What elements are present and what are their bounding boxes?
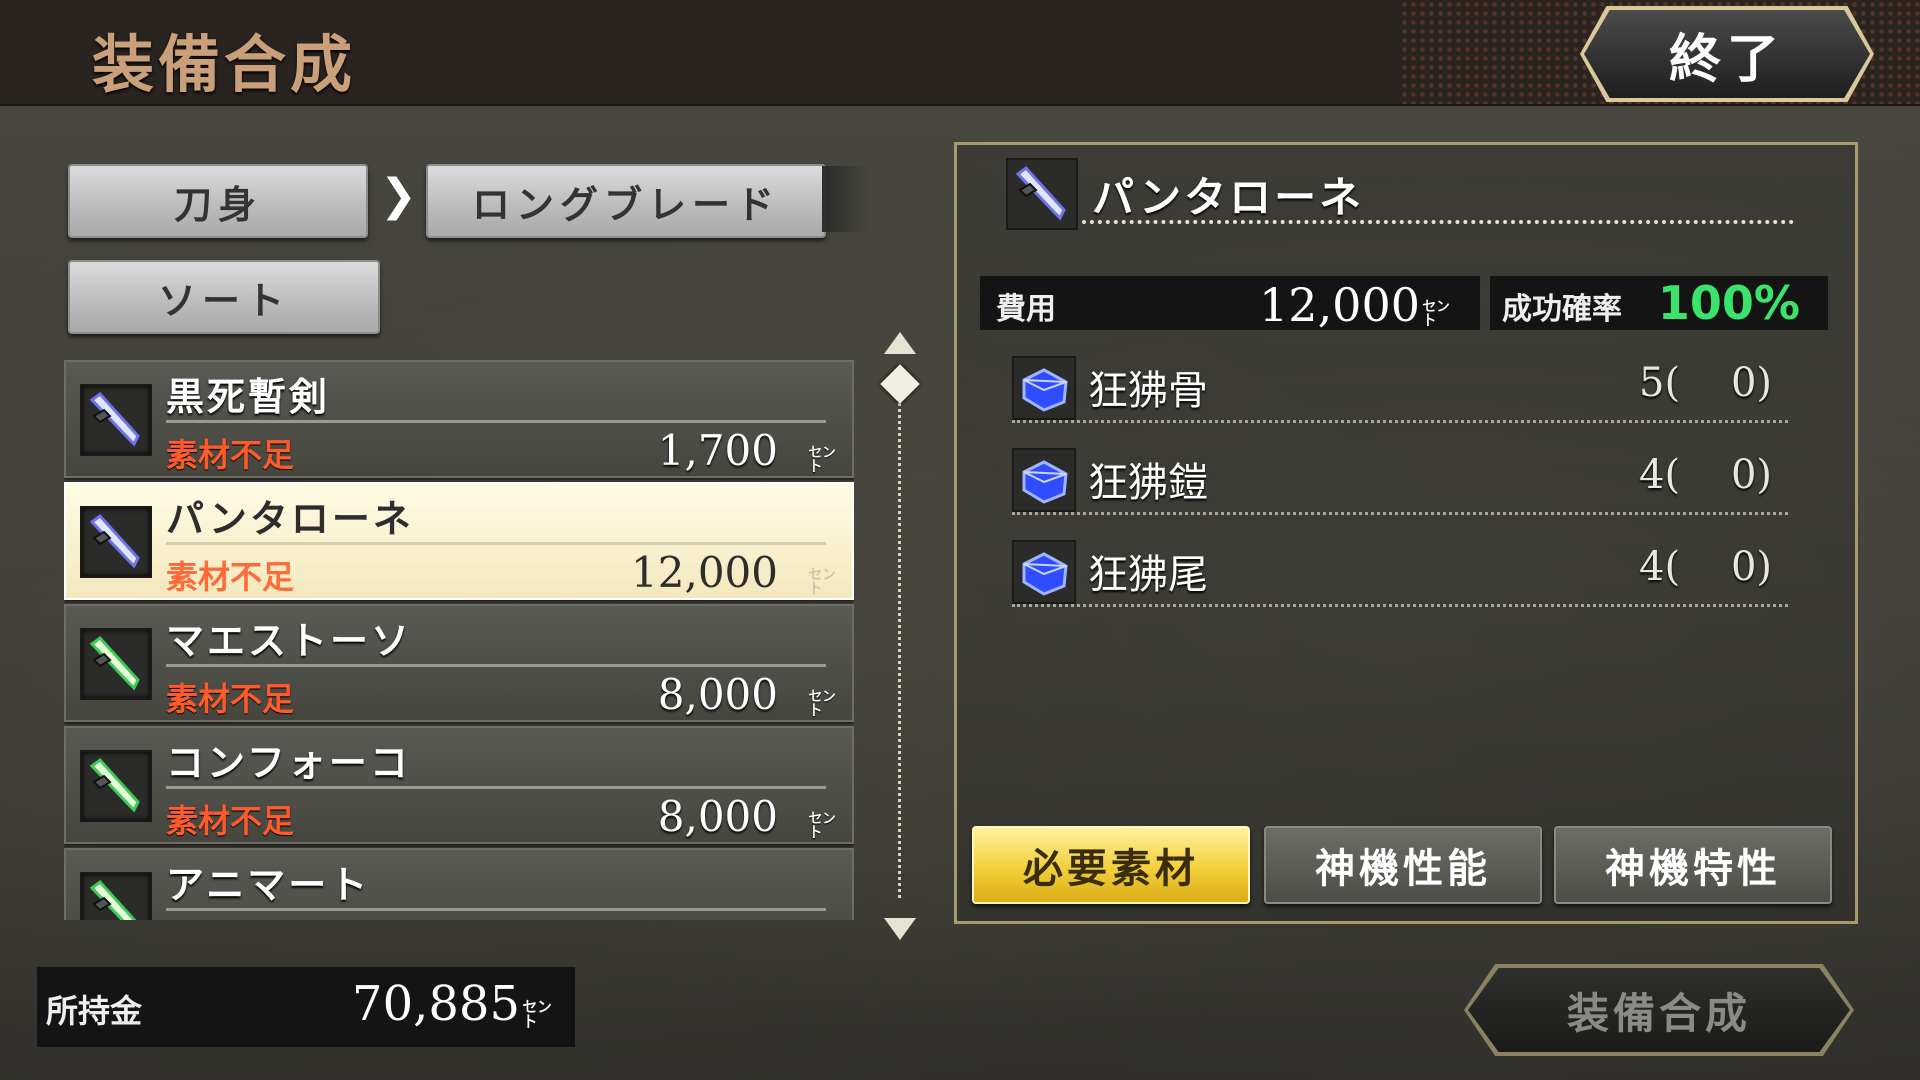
chevron-right-icon: ❯ [380,170,417,221]
scroll-up-arrow[interactable] [884,332,916,354]
material-row: 狂狒尾 4( 0) [1012,536,1788,608]
list-item-selected[interactable]: パンタローネ 素材不足 12,000 ㌣ [64,482,854,600]
end-button-label: 終了 [1668,29,1785,90]
material-divider [1012,512,1788,515]
item-name: 黒死暫剣 [166,375,331,419]
tab-required-materials[interactable]: 必要素材 [972,826,1250,904]
money-unit: ㌣ [522,998,552,1033]
blade-green-icon [80,872,152,920]
subcategory-button[interactable]: ロングブレード [426,164,826,238]
item-price: 8,000 [657,792,778,841]
item-status: 素材不足 [166,436,295,474]
scroll-track[interactable] [898,368,901,898]
item-status: 素材不足 [166,558,295,596]
item-name: パンタローネ [166,497,414,541]
item-price-unit: ㌣ [807,443,836,476]
money-value: 70,885 [352,976,520,1032]
item-divider [166,664,826,667]
success-rate-label: 成功確率 [1502,292,1622,327]
list-item[interactable]: マエストーソ 素材不足 8,000 ㌣ [64,604,854,722]
scroll-thumb[interactable] [880,364,920,404]
end-button[interactable]: 終了 [1584,10,1870,98]
blade-green-icon [80,628,152,700]
list-item[interactable]: アニマート [64,848,854,920]
tab-weapon-traits[interactable]: 神機特性 [1554,826,1832,904]
subcategory-shadow [822,166,868,232]
item-price-unit: ㌣ [807,687,836,720]
material-count: 5( 0) [1639,360,1772,406]
list-item[interactable]: 黒死暫剣 素材不足 1,700 ㌣ [64,360,854,478]
list-item[interactable]: コンフォーコ 素材不足 8,000 ㌣ [64,726,854,844]
scroll-down-arrow[interactable] [884,918,916,940]
material-name: 狂狒鎧 [1088,460,1208,506]
success-rate-value: 100% [1657,276,1800,330]
material-count: 4( 0) [1639,452,1772,498]
cost-value: 12,000 [1259,278,1420,332]
material-row: 狂狒鎧 4( 0) [1012,444,1788,516]
sort-button[interactable]: ソート [68,260,380,334]
blade-blue-icon [80,506,152,578]
item-price: 12,000 [631,548,778,597]
material-count: 4( 0) [1639,544,1772,590]
item-divider [166,786,826,789]
material-row: 狂狒骨 5( 0) [1012,352,1788,424]
item-price: 1,700 [657,426,778,475]
item-status: 素材不足 [166,802,295,840]
money-label: 所持金 [46,992,143,1030]
material-divider [1012,420,1788,423]
blade-blue-icon [1006,158,1078,230]
material-divider [1012,604,1788,607]
cost-unit: ㌣ [1422,297,1451,330]
item-status: 素材不足 [166,680,295,718]
cost-label: 費用 [996,292,1056,327]
material-crystal-icon [1012,448,1076,512]
tab-weapon-performance[interactable]: 神機性能 [1264,826,1542,904]
item-divider [166,542,826,545]
item-name: アニマート [166,863,371,907]
blade-blue-icon [80,384,152,456]
material-name: 狂狒尾 [1088,552,1208,598]
detail-name-divider [1082,220,1794,224]
category-button[interactable]: 刀身 [68,164,368,238]
item-name: コンフォーコ [166,741,411,785]
item-divider [166,420,826,423]
material-crystal-icon [1012,540,1076,604]
item-price-unit: ㌣ [807,565,836,598]
item-name: マエストーソ [166,619,413,663]
equipment-list[interactable]: 黒死暫剣 素材不足 1,700 ㌣ パンタローネ 素材不足 12,000 ㌣ マ… [64,360,854,920]
item-price: 8,000 [657,670,778,719]
blade-green-icon [80,750,152,822]
item-divider [166,908,826,911]
detail-item-name: パンタローネ [1092,173,1365,222]
detail-panel [954,142,1858,924]
item-price-unit: ㌣ [807,809,836,842]
material-crystal-icon [1012,356,1076,420]
material-name: 狂狒骨 [1088,368,1208,414]
synthesize-button[interactable]: 装備合成 [1468,968,1850,1052]
page-title: 装備合成 [92,28,357,101]
